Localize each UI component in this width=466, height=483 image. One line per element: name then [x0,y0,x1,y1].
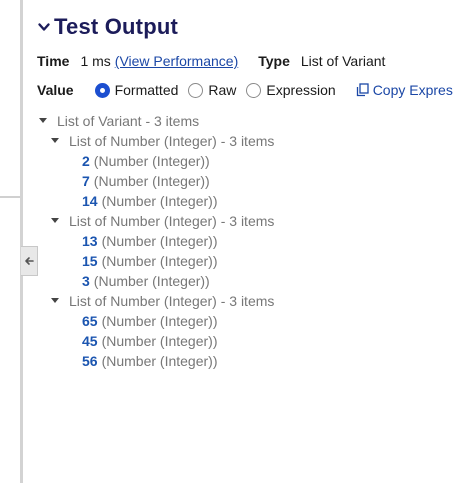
tree-group: List of Number (Integer) - 3 items [37,131,274,151]
tree-item-value[interactable]: 45 [82,331,98,351]
arrow-left-icon [25,257,34,265]
tree-item-value[interactable]: 7 [82,171,90,191]
left-pane [0,0,20,483]
tree-item-type: (Number (Integer)) [93,173,210,189]
tree-root-label: List of Variant - 3 items [57,113,200,129]
pane-splitter[interactable] [20,0,23,483]
tree-toggle-group-1[interactable] [49,131,60,151]
caret-down-icon [38,118,47,123]
radio-expression-indicator[interactable] [246,82,262,98]
page-title: Test Output [54,14,178,39]
tree-item: 65 (Number (Integer)) [37,311,274,331]
radio-raw[interactable]: Raw [188,82,236,98]
value-label: Value [37,82,74,98]
tree-item-type: (Number (Integer)) [101,353,218,369]
tree-group-label: List of Number (Integer) - 3 items [69,213,275,229]
copy-expression-label: Copy Expres [372,82,453,98]
tree-toggle-root[interactable] [37,111,48,131]
tree-item-type: (Number (Integer)) [93,153,210,169]
time-label: Time [37,53,70,69]
tree-item: 14 (Number (Integer)) [37,191,274,211]
radio-expression[interactable]: Expression [246,82,336,98]
radio-formatted-label: Formatted [114,82,179,98]
tree-group: List of Number (Integer) - 3 items [37,291,274,311]
copy-expression-link[interactable]: Copy Expres [356,82,453,98]
view-performance-link[interactable]: (View Performance) [115,53,238,69]
radio-expression-label: Expression [266,82,336,98]
tree-item-type: (Number (Integer)) [101,313,218,329]
tree-item-value[interactable]: 13 [82,231,98,251]
tree-group: List of Number (Integer) - 3 items [37,211,274,231]
value-mode-row: Value Formatted Raw Expression Copy Expr… [37,82,466,98]
test-output-header[interactable]: Test Output [37,14,178,40]
left-pane-divider [0,196,20,198]
type-value: List of Variant [300,53,386,69]
tree-toggle-group-3[interactable] [49,291,60,311]
caret-down-icon [50,218,59,223]
meta-row: Time 1 ms (View Performance) Type List o… [37,53,385,69]
radio-formatted[interactable]: Formatted [94,82,179,98]
type-label: Type [258,53,290,69]
tree-item-value[interactable]: 15 [82,251,98,271]
result-tree: List of Variant - 3 items List of Number… [37,111,274,371]
tree-item-value[interactable]: 56 [82,351,98,371]
tree-item: 56 (Number (Integer)) [37,351,274,371]
tree-item-value[interactable]: 3 [82,271,90,291]
radio-formatted-indicator[interactable] [94,82,110,98]
tree-item-type: (Number (Integer)) [101,253,218,269]
tree-group-label: List of Number (Integer) - 3 items [69,293,275,309]
tree-item-type: (Number (Integer)) [101,333,218,349]
copy-icon [356,83,369,97]
tree-item: 13 (Number (Integer)) [37,231,274,251]
tree-item-type: (Number (Integer)) [101,193,218,209]
tree-item: 3 (Number (Integer)) [37,271,274,291]
tree-item-type: (Number (Integer)) [101,233,218,249]
chevron-down-icon [38,23,50,31]
radio-raw-indicator[interactable] [188,82,204,98]
tree-item: 15 (Number (Integer)) [37,251,274,271]
tree-item-value[interactable]: 14 [82,191,98,211]
tree-toggle-group-2[interactable] [49,211,60,231]
tree-item: 2 (Number (Integer)) [37,151,274,171]
radio-raw-label: Raw [208,82,237,98]
tree-group-label: List of Number (Integer) - 3 items [69,133,275,149]
tree-item-type: (Number (Integer)) [93,273,210,289]
tree-item: 45 (Number (Integer)) [37,331,274,351]
tree-item: 7 (Number (Integer)) [37,171,274,191]
caret-down-icon [50,298,59,303]
caret-down-icon [50,138,59,143]
test-output-panel: Test Output Time 1 ms (View Performance)… [37,0,466,483]
tree-root: List of Variant - 3 items [37,111,274,131]
tree-item-value[interactable]: 2 [82,151,90,171]
time-value: 1 ms [80,53,111,69]
tree-item-value[interactable]: 65 [82,311,98,331]
collapse-pane-button[interactable] [21,246,38,276]
